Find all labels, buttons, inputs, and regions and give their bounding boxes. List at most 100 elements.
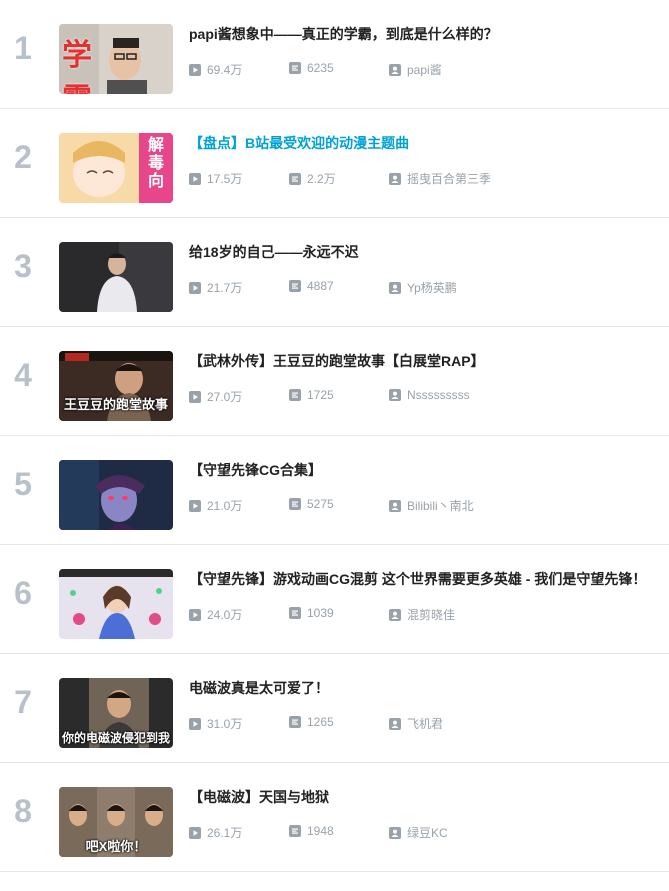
list-item[interactable]: 1 学霸 papi酱想象中——真正的学霸，到底是什么样的？ 69.4万 6235	[0, 0, 669, 109]
video-title[interactable]: 【盘点】B站最受欢迎的动漫主题曲	[189, 133, 661, 153]
play-count: 21.7万	[189, 279, 242, 296]
video-title[interactable]: 【武林外传】王豆豆的跑堂故事【白展堂RAP】	[189, 351, 661, 371]
uploader-icon	[389, 608, 401, 621]
play-icon	[189, 826, 201, 839]
video-title[interactable]: papi酱想象中——真正的学霸，到底是什么样的？	[189, 24, 661, 44]
danmaku-icon	[289, 607, 301, 619]
play-count-value: 17.5万	[207, 172, 243, 186]
rank-number: 4	[14, 357, 32, 393]
uploader-name[interactable]: Bilibili丶南北	[407, 497, 474, 514]
danmaku-icon	[289, 716, 301, 728]
uploader[interactable]: papi酱	[389, 61, 442, 78]
video-thumbnail[interactable]	[59, 569, 173, 639]
uploader-name[interactable]: 绿豆KC	[407, 824, 448, 841]
danmaku-icon	[289, 825, 301, 837]
play-count-value: 31.0万	[207, 717, 243, 731]
danmaku-count-value: 1039	[307, 606, 334, 620]
uploader[interactable]: 绿豆KC	[389, 824, 448, 841]
danmaku-icon	[289, 280, 301, 292]
thumb-caption: 王豆豆的跑堂故事	[63, 397, 168, 412]
danmaku-count: 2.2万	[289, 170, 336, 187]
rank-number: 5	[14, 466, 32, 502]
danmaku-count-value: 1265	[307, 715, 334, 729]
play-count: 21.0万	[189, 497, 242, 514]
play-count-value: 27.0万	[207, 390, 243, 404]
danmaku-count-value: 4887	[307, 279, 334, 293]
play-icon	[189, 63, 201, 76]
ranking-list: 1 学霸 papi酱想象中——真正的学霸，到底是什么样的？ 69.4万 6235	[0, 0, 669, 872]
play-count: 17.5万	[189, 170, 242, 187]
video-title[interactable]: 电磁波真是太可爱了！	[189, 678, 661, 698]
uploader-icon	[389, 63, 401, 76]
uploader-name[interactable]: 混剪晓佳	[407, 606, 455, 623]
play-icon	[189, 390, 201, 403]
video-thumbnail[interactable]: 解毒向	[59, 133, 173, 203]
play-count: 69.4万	[189, 61, 242, 78]
uploader-icon	[389, 389, 401, 401]
list-item[interactable]: 4 王豆豆的跑堂故事 【武林外传】王豆豆的跑堂故事【白展堂RAP】 27.0万 …	[0, 327, 669, 436]
list-item[interactable]: 3 给18岁的自己——永远不迟 21.7万 4887 Yp杨英鹏	[0, 218, 669, 327]
danmaku-count: 5275	[289, 497, 334, 511]
video-thumbnail[interactable]: 你的电磁波侵犯到我	[59, 678, 173, 748]
thumb-caption: 学霸	[62, 39, 118, 94]
play-icon	[189, 281, 201, 294]
play-count: 31.0万	[189, 715, 242, 732]
play-count-value: 21.7万	[207, 281, 243, 295]
video-title[interactable]: 给18岁的自己——永远不迟	[189, 242, 661, 262]
uploader-name[interactable]: papi酱	[407, 61, 442, 78]
list-item[interactable]: 6 【守望先锋】游戏动画CG混剪 这个世界需要更多英雄 - 我们是守望先锋！ 2…	[0, 545, 669, 654]
play-icon	[189, 717, 201, 730]
danmaku-count: 6235	[289, 61, 334, 75]
rank-number: 7	[14, 684, 32, 720]
uploader[interactable]: 飞机君	[389, 715, 443, 732]
uploader-name[interactable]: 飞机君	[407, 715, 443, 732]
video-title[interactable]: 【守望先锋】游戏动画CG混剪 这个世界需要更多英雄 - 我们是守望先锋！	[189, 569, 661, 589]
uploader[interactable]: Nsssssssss	[389, 388, 470, 402]
danmaku-icon	[289, 62, 301, 74]
play-icon	[189, 608, 201, 621]
danmaku-count: 4887	[289, 279, 334, 293]
danmaku-count: 1265	[289, 715, 334, 729]
rank-number: 3	[14, 248, 32, 284]
danmaku-icon	[289, 498, 301, 510]
video-title[interactable]: 【守望先锋CG合集】	[189, 460, 661, 480]
play-icon	[189, 172, 201, 185]
thumb-caption: 吧X啦你！	[85, 839, 147, 854]
video-thumbnail[interactable]: 王豆豆的跑堂故事	[59, 351, 173, 421]
danmaku-count: 1948	[289, 824, 334, 838]
list-item[interactable]: 8 吧X啦你！ 【电磁波】天国与地狱 26.1万 1948 绿豆KC	[0, 763, 669, 872]
uploader-icon	[389, 826, 401, 839]
video-thumbnail[interactable]: 学霸	[59, 24, 173, 94]
uploader-name[interactable]: Yp杨英鹏	[407, 279, 457, 296]
danmaku-count-value: 5275	[307, 497, 334, 511]
rank-number: 8	[14, 793, 32, 829]
play-count-value: 69.4万	[207, 63, 243, 77]
video-thumbnail[interactable]	[59, 460, 173, 530]
rank-number: 1	[14, 30, 32, 66]
video-thumbnail[interactable]	[59, 242, 173, 312]
play-icon	[189, 499, 201, 512]
list-item[interactable]: 7 你的电磁波侵犯到我 电磁波真是太可爱了！ 31.0万 1265 飞机君	[0, 654, 669, 763]
rank-number: 2	[14, 139, 32, 175]
danmaku-count-value: 6235	[307, 61, 334, 75]
uploader-icon	[389, 172, 401, 185]
uploader-icon	[389, 499, 401, 512]
uploader[interactable]: Bilibili丶南北	[389, 497, 474, 514]
video-thumbnail[interactable]: 吧X啦你！	[59, 787, 173, 857]
thumb-caption: 你的电磁波侵犯到我	[61, 731, 170, 745]
uploader[interactable]: Yp杨英鹏	[389, 279, 457, 296]
video-title[interactable]: 【电磁波】天国与地狱	[189, 787, 661, 807]
uploader-name[interactable]: Nsssssssss	[407, 388, 470, 402]
play-count: 26.1万	[189, 824, 242, 841]
danmaku-icon	[289, 389, 301, 401]
uploader[interactable]: 混剪晓佳	[389, 606, 455, 623]
list-item[interactable]: 2 解毒向 【盘点】B站最受欢迎的动漫主题曲 17.5万 2.2万 摇曳百合第三…	[0, 109, 669, 218]
danmaku-icon	[289, 172, 301, 185]
thumb-caption: 解毒向	[147, 137, 164, 190]
danmaku-count: 1039	[289, 606, 334, 620]
play-count-value: 26.1万	[207, 826, 243, 840]
uploader-name[interactable]: 摇曳百合第三季	[407, 170, 491, 187]
play-count-value: 21.0万	[207, 499, 243, 513]
uploader[interactable]: 摇曳百合第三季	[389, 170, 491, 187]
list-item[interactable]: 5 【守望先锋CG合集】 21.0万 5275 Bilibili丶南北	[0, 436, 669, 545]
